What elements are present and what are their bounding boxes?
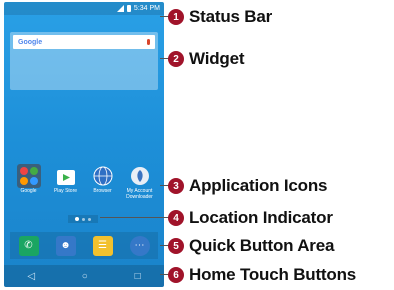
callout-widget: 2 Widget bbox=[168, 49, 245, 69]
callout-label: Application Icons bbox=[189, 176, 328, 195]
callout-number: 2 bbox=[168, 51, 184, 67]
search-bar[interactable]: Google bbox=[13, 35, 155, 49]
back-icon[interactable]: ◁ bbox=[27, 271, 35, 282]
callout-number: 4 bbox=[168, 210, 184, 226]
callout-label: Quick Button Area bbox=[189, 236, 335, 255]
page-dot bbox=[82, 217, 85, 221]
phone-screen: 5:34 PM Google Google Play Store Browser bbox=[4, 2, 164, 287]
phone-icon[interactable]: ✆ bbox=[18, 235, 39, 256]
page-dot bbox=[88, 217, 91, 221]
google-folder-icon bbox=[16, 164, 41, 188]
messaging-icon[interactable]: ☰ bbox=[92, 235, 113, 256]
google-search-widget[interactable]: Google bbox=[10, 32, 158, 90]
callout-number: 6 bbox=[168, 267, 184, 283]
page-dot-active bbox=[75, 217, 79, 221]
callout-number: 3 bbox=[168, 178, 184, 194]
status-time: 5:34 PM bbox=[133, 5, 160, 12]
callout-home-touch-buttons: 6 Home Touch Buttons bbox=[168, 265, 356, 285]
recent-apps-icon[interactable]: □ bbox=[135, 271, 141, 282]
callout-status-bar: 1 Status Bar bbox=[168, 7, 272, 27]
app-label-my-account-downloader: My Account Downloader bbox=[126, 188, 153, 200]
home-touch-buttons: ◁ ○ □ bbox=[4, 265, 164, 287]
app-label-browser: Browser bbox=[93, 188, 112, 194]
mic-icon[interactable] bbox=[147, 39, 150, 45]
download-icon bbox=[128, 164, 152, 188]
callout-label: Widget bbox=[189, 49, 245, 68]
google-logo: Google bbox=[18, 38, 43, 46]
callout-label: Location Indicator bbox=[189, 208, 333, 227]
callout-quick-button-area: 5 Quick Button Area bbox=[168, 236, 334, 256]
status-bar: 5:34 PM bbox=[4, 2, 164, 15]
browser-globe-icon bbox=[91, 164, 115, 188]
quick-button-area: ✆ ☻ ☰ ⋯ bbox=[10, 232, 158, 259]
signal-icon bbox=[116, 5, 124, 12]
battery-icon bbox=[126, 5, 131, 12]
app-google[interactable]: Google bbox=[12, 162, 46, 206]
home-icon[interactable]: ○ bbox=[82, 271, 88, 282]
contacts-icon[interactable]: ☻ bbox=[55, 235, 76, 256]
location-indicator bbox=[68, 215, 98, 223]
app-label-play-store: Play Store bbox=[53, 188, 78, 194]
callout-location-indicator: 4 Location Indicator bbox=[168, 208, 333, 228]
application-icons: Google Play Store Browser My Account Dow… bbox=[10, 162, 158, 206]
app-my-account-downloader[interactable]: My Account Downloader bbox=[123, 162, 157, 206]
apps-icon[interactable]: ⋯ bbox=[129, 235, 150, 256]
app-browser[interactable]: Browser bbox=[86, 162, 120, 206]
callout-line-4 bbox=[100, 217, 170, 218]
callout-number: 5 bbox=[168, 238, 184, 254]
callout-label: Home Touch Buttons bbox=[189, 265, 357, 284]
app-label-google: Google bbox=[20, 188, 37, 194]
app-play-store[interactable]: Play Store bbox=[49, 162, 83, 206]
callout-label: Status Bar bbox=[189, 7, 273, 26]
play-store-icon bbox=[54, 164, 78, 188]
callout-number: 1 bbox=[168, 9, 184, 25]
callout-application-icons: 3 Application Icons bbox=[168, 176, 327, 196]
